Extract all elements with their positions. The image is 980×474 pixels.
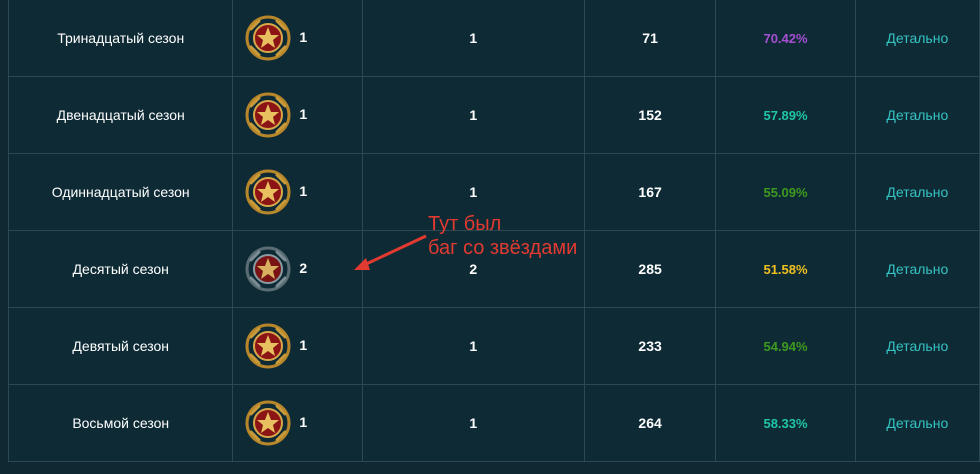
rank-value: 1: [299, 337, 308, 353]
win-rate: 54.94%: [715, 307, 856, 385]
rank-medal-icon: [245, 246, 291, 292]
battles-count: 233: [583, 307, 717, 385]
battles-count: 167: [583, 153, 717, 231]
rank-value: 1: [299, 414, 308, 430]
annotation-line-1: Тут был: [428, 213, 502, 235]
rank-medal-icon: [245, 400, 291, 446]
win-rate: 55.09%: [715, 153, 856, 231]
rank-medal-icon: [245, 323, 291, 369]
season-name: Десятый сезон: [7, 230, 234, 308]
rank-value: 1: [299, 183, 308, 199]
battles-count: 152: [583, 76, 717, 154]
seasons-table-view: Тринадцатый сезон 1 1 71 70.42% Детально Двен…: [0, 0, 980, 474]
rank-cell: 2: [232, 230, 363, 308]
rank-count: 1: [361, 76, 585, 154]
win-rate: 70.42%: [715, 0, 856, 77]
details-link[interactable]: Детально: [854, 76, 980, 154]
rank-medal-icon: [245, 15, 291, 61]
rank-medal-icon: [245, 92, 291, 138]
rank-count: 1: [361, 384, 585, 462]
table-row: Девятый сезон 1 1 233 54.94% Детально: [7, 307, 980, 385]
details-link[interactable]: Детально: [854, 230, 980, 308]
season-name: Восьмой сезон: [7, 384, 234, 462]
details-link[interactable]: Детально: [854, 384, 980, 462]
rank-medal-icon: [245, 169, 291, 215]
annotation-arrow: [354, 234, 427, 270]
rank-value: 1: [299, 29, 308, 45]
rank-value: 1: [299, 106, 308, 122]
battles-count: 285: [583, 230, 717, 308]
rank-cell: 1: [232, 76, 363, 154]
season-name: Девятый сезон: [7, 307, 234, 385]
season-name: Одиннадцатый сезон: [7, 153, 234, 231]
table-row: Восьмой сезон 1 1 264 58.33% Детально: [7, 384, 980, 462]
rank-count: 1: [361, 307, 585, 385]
win-rate: 58.33%: [715, 384, 856, 462]
bug-annotation: Тут был баг со звёздами: [428, 212, 577, 260]
rank-cell: 1: [232, 384, 363, 462]
season-name: Двенадцатый сезон: [7, 76, 234, 154]
season-name: Тринадцатый сезон: [7, 0, 234, 77]
win-rate: 51.58%: [715, 230, 856, 308]
details-link[interactable]: Детально: [854, 0, 980, 77]
rank-cell: 1: [232, 0, 363, 77]
battles-count: 71: [583, 0, 717, 77]
rank-cell: 1: [232, 153, 363, 231]
annotation-line-2: баг со звёздами: [428, 237, 578, 259]
rank-count: 1: [361, 0, 585, 77]
rank-value: 2: [299, 260, 308, 276]
table-row: Тринадцатый сезон 1 1 71 70.42% Детально: [7, 0, 980, 77]
battles-count: 264: [583, 384, 717, 462]
rank-cell: 1: [232, 307, 363, 385]
win-rate: 57.89%: [715, 76, 856, 154]
details-link[interactable]: Детально: [854, 153, 980, 231]
table-row: Двенадцатый сезон 1 1 152 57.89% Детально: [7, 76, 980, 154]
details-link[interactable]: Детально: [854, 307, 980, 385]
